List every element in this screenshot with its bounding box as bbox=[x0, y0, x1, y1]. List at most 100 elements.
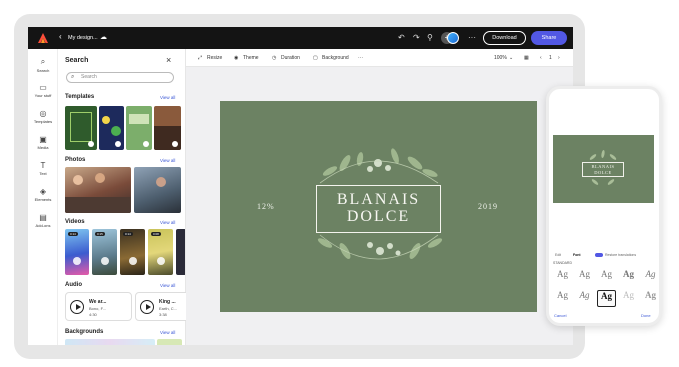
close-icon[interactable]: × bbox=[166, 55, 171, 65]
lightbulb-icon[interactable]: ⚲ bbox=[427, 33, 433, 42]
rail-elements[interactable]: ◈ Elements bbox=[28, 187, 58, 202]
undo-icon[interactable]: ↶ bbox=[398, 33, 405, 42]
video-thumb[interactable]: 0:14 bbox=[65, 229, 89, 275]
resize-icon[interactable]: ⤢ bbox=[198, 55, 202, 61]
mobile-canvas[interactable]: BLANAIS DOLCE bbox=[553, 135, 654, 203]
more-options[interactable]: ··· bbox=[358, 55, 363, 61]
rail-search[interactable]: ⌕ Search bbox=[28, 57, 58, 73]
template-thumb[interactable] bbox=[154, 106, 181, 150]
prev-page-icon[interactable]: ‹ bbox=[540, 55, 542, 61]
template-thumb[interactable] bbox=[65, 106, 97, 150]
canvas-left-text[interactable]: 12% bbox=[257, 202, 275, 211]
page-number: 1 bbox=[549, 55, 552, 61]
pages-icon[interactable]: ▦ bbox=[524, 55, 529, 61]
resize-button[interactable]: Resize bbox=[207, 55, 222, 61]
chevron-down-icon[interactable]: ⌄ bbox=[509, 55, 513, 61]
background-thumb[interactable] bbox=[65, 339, 155, 345]
panel-title: Search bbox=[65, 57, 89, 64]
template-thumb[interactable] bbox=[126, 106, 152, 150]
template-badge-icon bbox=[143, 141, 149, 147]
templates-icon: ◎ bbox=[39, 109, 47, 118]
audio-duration: 4:30 bbox=[89, 312, 97, 317]
audio-artist: Earth, C... bbox=[159, 306, 178, 311]
rail-label: Elements bbox=[34, 197, 52, 202]
audio-title: King ... bbox=[159, 299, 176, 305]
title-line-2[interactable]: DOLCE bbox=[317, 208, 440, 225]
duration-icon[interactable]: ◷ bbox=[272, 55, 276, 61]
background-icon[interactable]: ▢ bbox=[313, 55, 318, 61]
more-icon[interactable]: ··· bbox=[468, 33, 476, 42]
text-icon: T bbox=[40, 161, 46, 170]
search-icon: ⌕ bbox=[40, 57, 46, 66]
duration-button[interactable]: Duration bbox=[281, 55, 300, 61]
video-thumb[interactable]: 0:14 bbox=[120, 229, 145, 275]
rail-your-stuff[interactable]: ▭ Your stuff bbox=[28, 83, 58, 98]
cloud-icon: ☁ bbox=[100, 34, 107, 41]
template-thumb[interactable] bbox=[99, 106, 124, 150]
rail-media[interactable]: ▣ Media bbox=[28, 135, 58, 150]
background-thumb[interactable] bbox=[157, 339, 182, 345]
mobile-title-frame[interactable]: BLANAIS DOLCE bbox=[582, 162, 624, 177]
video-thumb[interactable]: 0:15 bbox=[92, 229, 117, 275]
view-all-photos[interactable]: View all bbox=[160, 158, 175, 163]
adobe-logo-icon[interactable] bbox=[38, 33, 48, 43]
font-option[interactable]: Ag bbox=[641, 290, 659, 307]
redo-icon[interactable]: ↷ bbox=[413, 33, 420, 42]
audio-duration: 3:38 bbox=[159, 312, 167, 317]
play-icon[interactable] bbox=[140, 300, 154, 314]
audio-card[interactable]: We ar... Bono, F... 4:30 bbox=[65, 292, 132, 321]
cancel-button[interactable]: Cancel bbox=[554, 313, 566, 318]
video-duration: 0:14 bbox=[68, 232, 78, 236]
back-icon[interactable]: ‹ bbox=[59, 32, 62, 41]
share-button[interactable]: Share bbox=[531, 31, 567, 45]
tab-edit[interactable]: Edit bbox=[555, 253, 561, 257]
theme-icon[interactable]: ◉ bbox=[234, 55, 238, 61]
canvas-right-text[interactable]: 2019 bbox=[478, 202, 498, 211]
video-thumb[interactable]: 0:08 bbox=[148, 229, 173, 275]
tab-font[interactable]: Font bbox=[573, 253, 581, 257]
font-preview: Ag bbox=[579, 269, 590, 279]
font-option[interactable]: Ag bbox=[575, 290, 594, 307]
play-icon[interactable] bbox=[70, 300, 84, 314]
photo-thumb[interactable] bbox=[134, 167, 181, 213]
video-thumb[interactable] bbox=[176, 229, 185, 275]
view-all-audio[interactable]: View all bbox=[160, 283, 175, 288]
design-canvas[interactable]: 12% 2019 BLANAIS DOLCE bbox=[220, 101, 537, 312]
font-preview: Ag bbox=[623, 290, 634, 300]
title-frame[interactable]: BLANAIS DOLCE bbox=[316, 185, 441, 233]
background-button[interactable]: Background bbox=[322, 55, 349, 61]
rail-text[interactable]: T Text bbox=[28, 161, 58, 176]
font-preview: Ag bbox=[645, 269, 656, 279]
font-option[interactable]: Ag bbox=[553, 269, 572, 286]
view-all-backgrounds[interactable]: View all bbox=[160, 330, 175, 335]
mobile-title-line-2: DOLCE bbox=[594, 170, 612, 175]
rail-label: Your stuff bbox=[34, 93, 52, 98]
font-option[interactable]: Ag bbox=[575, 269, 594, 286]
next-page-icon[interactable]: › bbox=[558, 55, 560, 61]
avatar[interactable] bbox=[447, 32, 459, 44]
font-option[interactable]: Ag bbox=[619, 269, 638, 286]
theme-button[interactable]: Theme bbox=[243, 55, 259, 61]
font-option[interactable]: Ag bbox=[619, 290, 638, 307]
addons-icon: ▤ bbox=[39, 213, 47, 222]
font-option[interactable]: Ag bbox=[553, 290, 572, 307]
rail-templates[interactable]: ◎ Templates bbox=[28, 109, 58, 124]
download-button[interactable]: Download bbox=[483, 31, 526, 45]
search-input[interactable]: ⌕ Search bbox=[66, 72, 174, 83]
font-option[interactable]: Ag bbox=[597, 269, 616, 286]
zoom-level[interactable]: 100% bbox=[494, 55, 507, 61]
font-preview: Ag bbox=[601, 291, 612, 301]
view-all-videos[interactable]: View all bbox=[160, 220, 175, 225]
rail-addons[interactable]: ▤ Add-ons bbox=[28, 213, 58, 228]
done-button[interactable]: Done bbox=[641, 313, 651, 318]
video-duration: 0:08 bbox=[151, 232, 161, 236]
left-rail: ⌕ Search ▭ Your stuff ◎ Templates ▣ Medi… bbox=[28, 49, 58, 345]
font-option-selected[interactable]: Ag bbox=[597, 290, 616, 307]
rail-label: Media bbox=[37, 145, 49, 150]
document-title[interactable]: My design... bbox=[68, 35, 98, 41]
tab-translate[interactable]: Restore translations bbox=[605, 253, 636, 257]
font-option[interactable]: Ag bbox=[641, 269, 659, 286]
photo-thumb[interactable] bbox=[65, 167, 131, 213]
title-line-1[interactable]: BLANAIS bbox=[317, 191, 440, 208]
view-all-templates[interactable]: View all bbox=[160, 95, 175, 100]
